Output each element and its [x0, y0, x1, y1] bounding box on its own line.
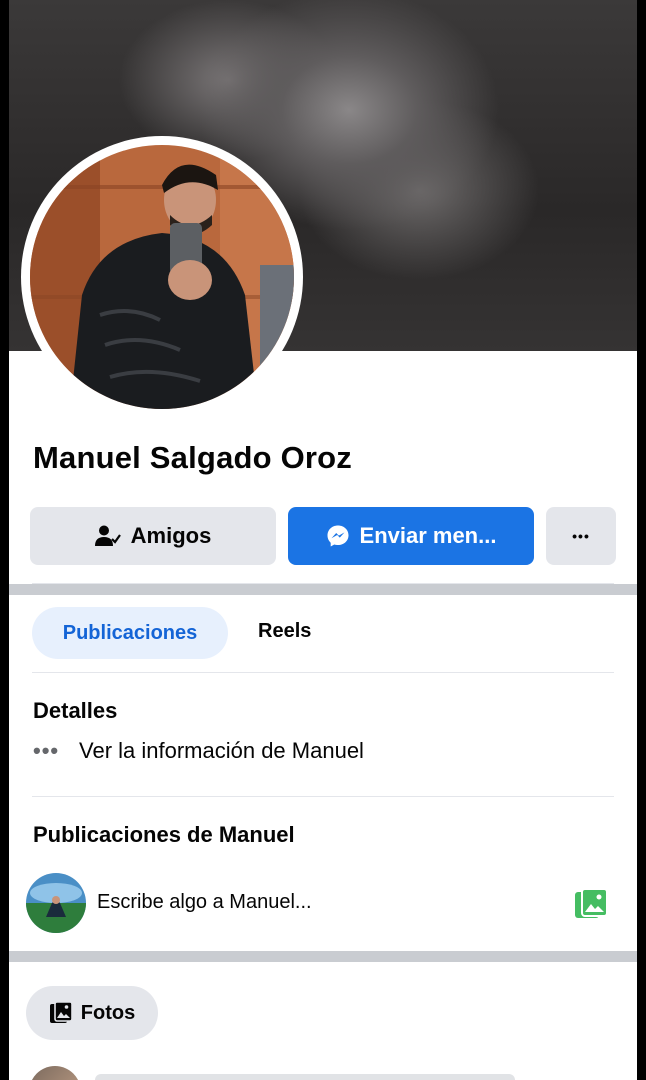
photos-button[interactable]: Fotos	[26, 986, 158, 1040]
tab-reels[interactable]: Reels	[258, 620, 311, 643]
profile-page: Manuel Salgado Oroz Amigos Enviar men...…	[9, 0, 637, 1080]
friends-button[interactable]: Amigos	[30, 507, 276, 565]
messenger-icon	[327, 525, 349, 547]
posts-heading: Publicaciones de Manuel	[33, 822, 295, 847]
more-options-button[interactable]: •••	[546, 507, 616, 565]
details-heading: Detalles	[33, 698, 118, 723]
dots-icon: •••	[33, 738, 60, 763]
post-author-avatar[interactable]	[29, 1066, 81, 1080]
post-header-peek	[95, 1074, 515, 1080]
profile-avatar[interactable]	[30, 145, 294, 409]
composer-avatar[interactable]	[26, 873, 86, 933]
divider	[32, 796, 614, 797]
photo-album-icon	[49, 1001, 73, 1023]
photo-icon[interactable]	[574, 888, 608, 925]
see-info-link[interactable]: ••• Ver la información de Manuel	[33, 738, 364, 764]
friends-label: Amigos	[130, 523, 212, 548]
send-message-button[interactable]: Enviar men...	[288, 507, 534, 565]
photos-label: Fotos	[80, 1001, 136, 1024]
person-check-icon	[94, 525, 121, 546]
section-divider	[9, 584, 637, 595]
divider	[32, 672, 614, 673]
composer-input[interactable]: Escribe algo a Manuel...	[97, 891, 312, 914]
send-message-label: Enviar men...	[359, 523, 497, 548]
tab-publicaciones[interactable]: Publicaciones	[32, 607, 228, 659]
section-divider	[9, 951, 637, 962]
see-info-text: Ver la información de Manuel	[79, 738, 364, 763]
profile-name: Manuel Salgado Oroz	[33, 440, 353, 475]
more-dots-icon: •••	[572, 528, 590, 544]
